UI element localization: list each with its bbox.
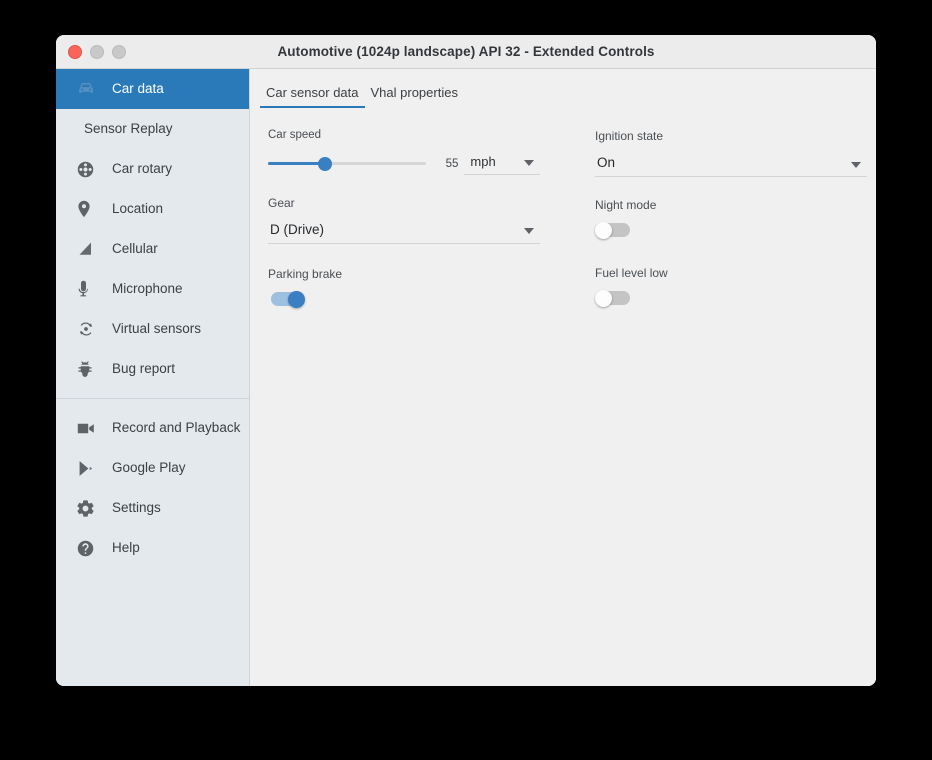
sidebar-item-location[interactable]: Location xyxy=(56,189,249,229)
gear-icon xyxy=(77,498,99,518)
car-speed-field: Car speed 55 mph xyxy=(268,130,540,175)
car-speed-value: 55 xyxy=(426,158,465,170)
rotary-icon xyxy=(77,159,99,179)
sidebar-item-cellular[interactable]: Cellular xyxy=(56,229,249,269)
tab-car-sensor-data[interactable]: Car sensor data xyxy=(260,81,365,108)
window-title: Automotive (1024p landscape) API 32 - Ex… xyxy=(56,44,876,59)
parking-brake-field: Parking brake xyxy=(268,268,540,312)
sidebar-item-label: Cellular xyxy=(112,242,158,256)
car-icon xyxy=(77,79,99,99)
slider-fill xyxy=(268,162,325,165)
microphone-icon xyxy=(77,279,99,299)
sidebar-item-label: Car data xyxy=(112,82,164,96)
sidebar: Car data Sensor Replay Car rotary Locati… xyxy=(56,69,250,686)
sidebar-item-label: Bug report xyxy=(112,362,175,376)
gear-label: Gear xyxy=(268,197,540,209)
screen: Automotive (1024p landscape) API 32 - Ex… xyxy=(0,0,932,760)
slider-thumb[interactable] xyxy=(318,157,332,171)
sidebar-item-label: Location xyxy=(112,202,163,216)
help-circle-icon xyxy=(77,538,99,558)
gear-field: Gear D (Drive) xyxy=(268,197,540,244)
panels: Car speed 55 mph xyxy=(250,108,876,332)
cellular-signal-icon xyxy=(77,239,99,259)
close-window-button[interactable] xyxy=(68,45,82,59)
parking-brake-label: Parking brake xyxy=(268,268,540,280)
car-speed-slider[interactable] xyxy=(268,154,426,174)
sidebar-item-virtual-sensors[interactable]: Virtual sensors xyxy=(56,309,249,349)
window-body: Car data Sensor Replay Car rotary Locati… xyxy=(56,69,876,686)
car-speed-unit-value: mph xyxy=(470,154,495,169)
night-mode-toggle[interactable] xyxy=(595,222,633,238)
sidebar-item-label: Google Play xyxy=(112,461,186,475)
car-speed-unit-select[interactable]: mph xyxy=(464,152,540,175)
video-camera-icon xyxy=(77,418,99,438)
sidebar-item-car-rotary[interactable]: Car rotary xyxy=(56,149,249,189)
tab-label: Car sensor data xyxy=(266,85,359,100)
ignition-state-label: Ignition state xyxy=(595,130,867,142)
gear-value: D (Drive) xyxy=(270,222,324,237)
fuel-level-low-toggle[interactable] xyxy=(595,290,633,306)
sidebar-item-label: Settings xyxy=(112,501,161,515)
maximize-window-button[interactable] xyxy=(112,45,126,59)
chevron-down-icon xyxy=(524,228,534,234)
sidebar-item-record-and-playback[interactable]: Record and Playback xyxy=(56,408,249,448)
window-controls xyxy=(68,35,126,68)
chevron-down-icon xyxy=(851,162,861,168)
rotation-icon xyxy=(77,319,99,339)
google-play-icon xyxy=(77,458,99,478)
sidebar-item-bug-report[interactable]: Bug report xyxy=(56,349,249,389)
extended-controls-window: Automotive (1024p landscape) API 32 - Ex… xyxy=(56,35,876,686)
tab-vhal-properties[interactable]: Vhal properties xyxy=(365,81,464,108)
sidebar-item-label: Sensor Replay xyxy=(84,122,173,136)
fuel-level-low-label: Fuel level low xyxy=(595,267,867,279)
right-column: Ignition state On Night mode xyxy=(595,130,867,332)
title-bar: Automotive (1024p landscape) API 32 - Ex… xyxy=(56,35,876,69)
sidebar-item-label: Help xyxy=(112,541,140,555)
sidebar-item-label: Record and Playback xyxy=(112,421,240,435)
toggle-knob xyxy=(288,291,305,308)
sidebar-item-settings[interactable]: Settings xyxy=(56,488,249,528)
car-speed-row: 55 mph xyxy=(268,153,540,175)
tab-bar: Car sensor data Vhal properties xyxy=(250,69,876,108)
ignition-state-field: Ignition state On xyxy=(595,130,867,177)
night-mode-label: Night mode xyxy=(595,199,867,211)
chevron-down-icon xyxy=(524,160,534,166)
fuel-level-low-field: Fuel level low xyxy=(595,267,867,311)
gear-select[interactable]: D (Drive) xyxy=(268,220,540,244)
car-speed-label: Car speed xyxy=(268,130,540,142)
location-pin-icon xyxy=(77,199,99,219)
sidebar-divider xyxy=(56,398,249,399)
sidebar-item-help[interactable]: Help xyxy=(56,528,249,568)
tab-label: Vhal properties xyxy=(371,85,458,100)
toggle-knob xyxy=(595,290,612,307)
sidebar-item-microphone[interactable]: Microphone xyxy=(56,269,249,309)
sidebar-item-sensor-replay[interactable]: Sensor Replay xyxy=(56,109,249,149)
sidebar-item-car-data[interactable]: Car data xyxy=(56,69,249,109)
content-area: Car sensor data Vhal properties Car spee… xyxy=(250,69,876,686)
minimize-window-button[interactable] xyxy=(90,45,104,59)
left-column: Car speed 55 mph xyxy=(268,130,540,332)
night-mode-field: Night mode xyxy=(595,199,867,243)
ignition-state-value: On xyxy=(597,155,615,170)
sidebar-item-label: Microphone xyxy=(112,282,183,296)
sidebar-item-label: Virtual sensors xyxy=(112,322,201,336)
parking-brake-toggle[interactable] xyxy=(268,291,306,307)
sidebar-item-google-play[interactable]: Google Play xyxy=(56,448,249,488)
bug-icon xyxy=(77,359,99,379)
toggle-knob xyxy=(595,222,612,239)
ignition-state-select[interactable]: On xyxy=(595,153,867,177)
sidebar-item-label: Car rotary xyxy=(112,162,172,176)
